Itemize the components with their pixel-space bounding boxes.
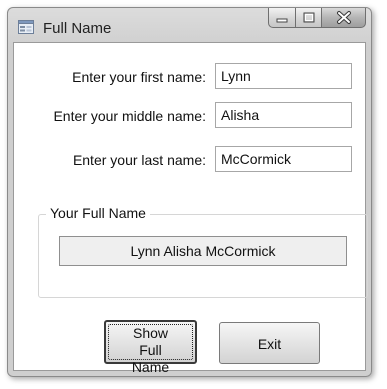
caption-buttons bbox=[268, 8, 366, 28]
first-name-label: Enter your first name: bbox=[72, 69, 206, 85]
form-client-area: Enter your first name: Enter your middle… bbox=[13, 42, 368, 375]
maximize-icon bbox=[303, 12, 315, 23]
window-title: Full Name bbox=[43, 20, 112, 37]
middle-name-input[interactable] bbox=[215, 102, 352, 128]
last-name-label: Enter your last name: bbox=[72, 152, 206, 168]
first-name-input[interactable] bbox=[215, 63, 352, 89]
show-full-name-label: Show Full Name bbox=[131, 325, 170, 375]
maximize-button[interactable] bbox=[296, 8, 322, 28]
title-bar[interactable]: Full Name bbox=[8, 8, 371, 42]
show-full-name-button[interactable]: Show Full Name bbox=[104, 320, 197, 375]
full-name-output: Lynn Alisha McCormick bbox=[59, 236, 347, 266]
full-name-groupbox: Your Full Name Lynn Alisha McCormick bbox=[38, 205, 368, 298]
minimize-icon bbox=[276, 18, 288, 23]
form-icon bbox=[18, 20, 34, 34]
close-button[interactable] bbox=[322, 8, 366, 28]
last-name-input[interactable] bbox=[215, 146, 352, 172]
full-name-window: Full Name Enter your first name: Lynn En… bbox=[7, 7, 372, 377]
close-icon bbox=[337, 11, 351, 24]
middle-name-label: Enter your middle name: bbox=[53, 108, 206, 124]
exit-button[interactable]: Exit bbox=[219, 322, 320, 364]
groupbox-title: Your Full Name bbox=[46, 205, 150, 221]
minimize-button[interactable] bbox=[268, 8, 296, 28]
